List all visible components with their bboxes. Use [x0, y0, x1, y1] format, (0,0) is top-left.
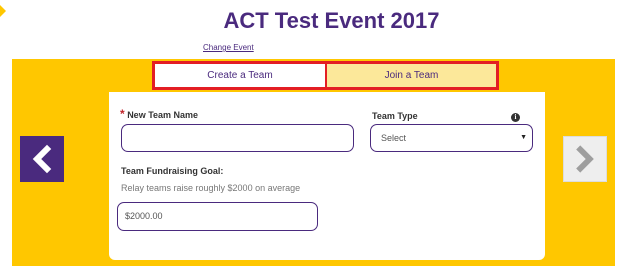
team-type-select[interactable]: Select ▼ [370, 124, 533, 152]
goal-amount-input[interactable]: $2000.00 [117, 202, 318, 231]
chevron-down-icon: ▼ [520, 134, 527, 141]
goal-helper-text: Relay teams raise roughly $2000 on avera… [121, 183, 301, 193]
info-icon[interactable]: i [511, 113, 520, 122]
event-title: ACT Test Event 2017 [223, 8, 440, 33]
chevron-left-icon [32, 144, 52, 174]
required-star: * [120, 107, 125, 121]
team-name-label-text: New Team Name [127, 110, 199, 120]
tab-join-team[interactable]: Join a Team [327, 64, 496, 87]
tab-create-team[interactable]: Create a Team [155, 64, 325, 87]
previous-button[interactable] [20, 136, 64, 182]
team-name-input[interactable] [121, 124, 354, 152]
team-type-selected-value: Select [381, 133, 407, 143]
team-type-label: Team Type [372, 111, 418, 121]
chevron-right-icon [576, 145, 594, 173]
team-name-label: * New Team Name [120, 107, 198, 121]
goal-label: Team Fundraising Goal: [121, 166, 224, 176]
change-event-link[interactable]: Change Event [203, 43, 254, 52]
next-button[interactable] [563, 136, 607, 182]
